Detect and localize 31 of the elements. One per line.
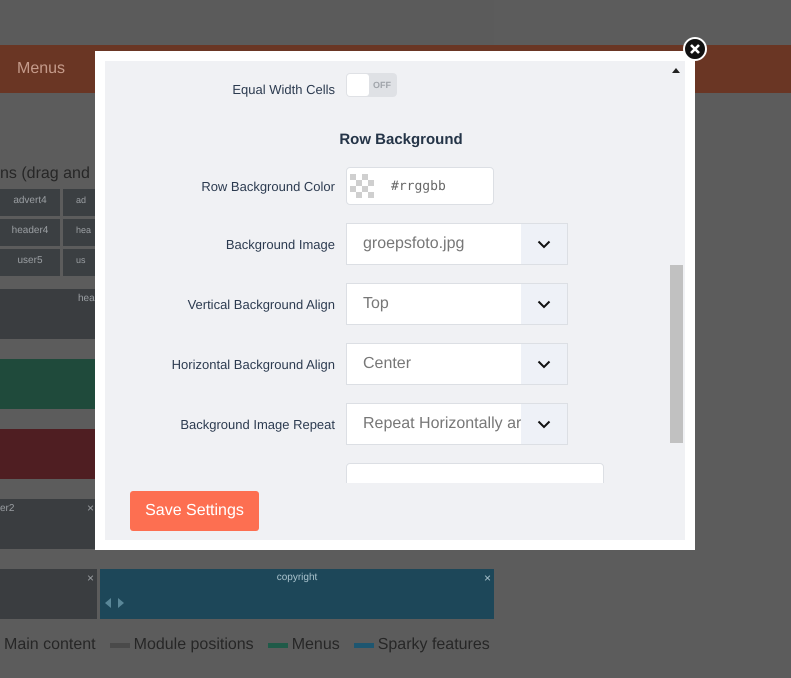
block-label: er2 [0, 503, 14, 514]
select-field[interactable]: Top [346, 283, 568, 325]
module-cell[interactable]: user5 [0, 249, 60, 276]
field-label: Background Image Repeat [179, 416, 335, 432]
close-icon[interactable] [683, 37, 707, 61]
color-field[interactable]: #rrggbb [346, 167, 494, 205]
chevron-down-icon [537, 420, 551, 428]
transparent-swatch-icon [350, 174, 374, 198]
nav-link[interactable]: Menus [17, 60, 66, 78]
block-label: copyright [276, 572, 318, 583]
field-label: Equal Width Cells [231, 81, 335, 97]
select-field[interactable]: groepsfoto.jpg [346, 223, 568, 265]
field-label: Row Background Color [200, 178, 335, 194]
select-field[interactable]: Center [346, 343, 568, 385]
scroll-up-icon [672, 68, 680, 73]
save-button[interactable]: Save Settings [130, 491, 259, 531]
close-icon[interactable]: × [484, 572, 491, 584]
section-heading: Row Background [339, 131, 463, 148]
field-label: Background Image [224, 236, 335, 252]
field-label: Horizontal Background Align [170, 356, 335, 372]
chevron-down-icon [537, 240, 551, 248]
field-label: Vertical Background Align [186, 296, 335, 312]
select-field[interactable]: Repeat Horizontally ar [346, 403, 568, 445]
block-label: hea [78, 293, 95, 304]
close-icon[interactable]: × [87, 502, 94, 514]
close-icon[interactable]: × [87, 572, 94, 584]
scrollbar-thumb[interactable] [670, 265, 683, 443]
module-cell[interactable]: header4 [0, 219, 60, 246]
module-cell[interactable]: advert4 [0, 189, 60, 216]
chevron-down-icon [537, 300, 551, 308]
chevron-down-icon [537, 360, 551, 368]
